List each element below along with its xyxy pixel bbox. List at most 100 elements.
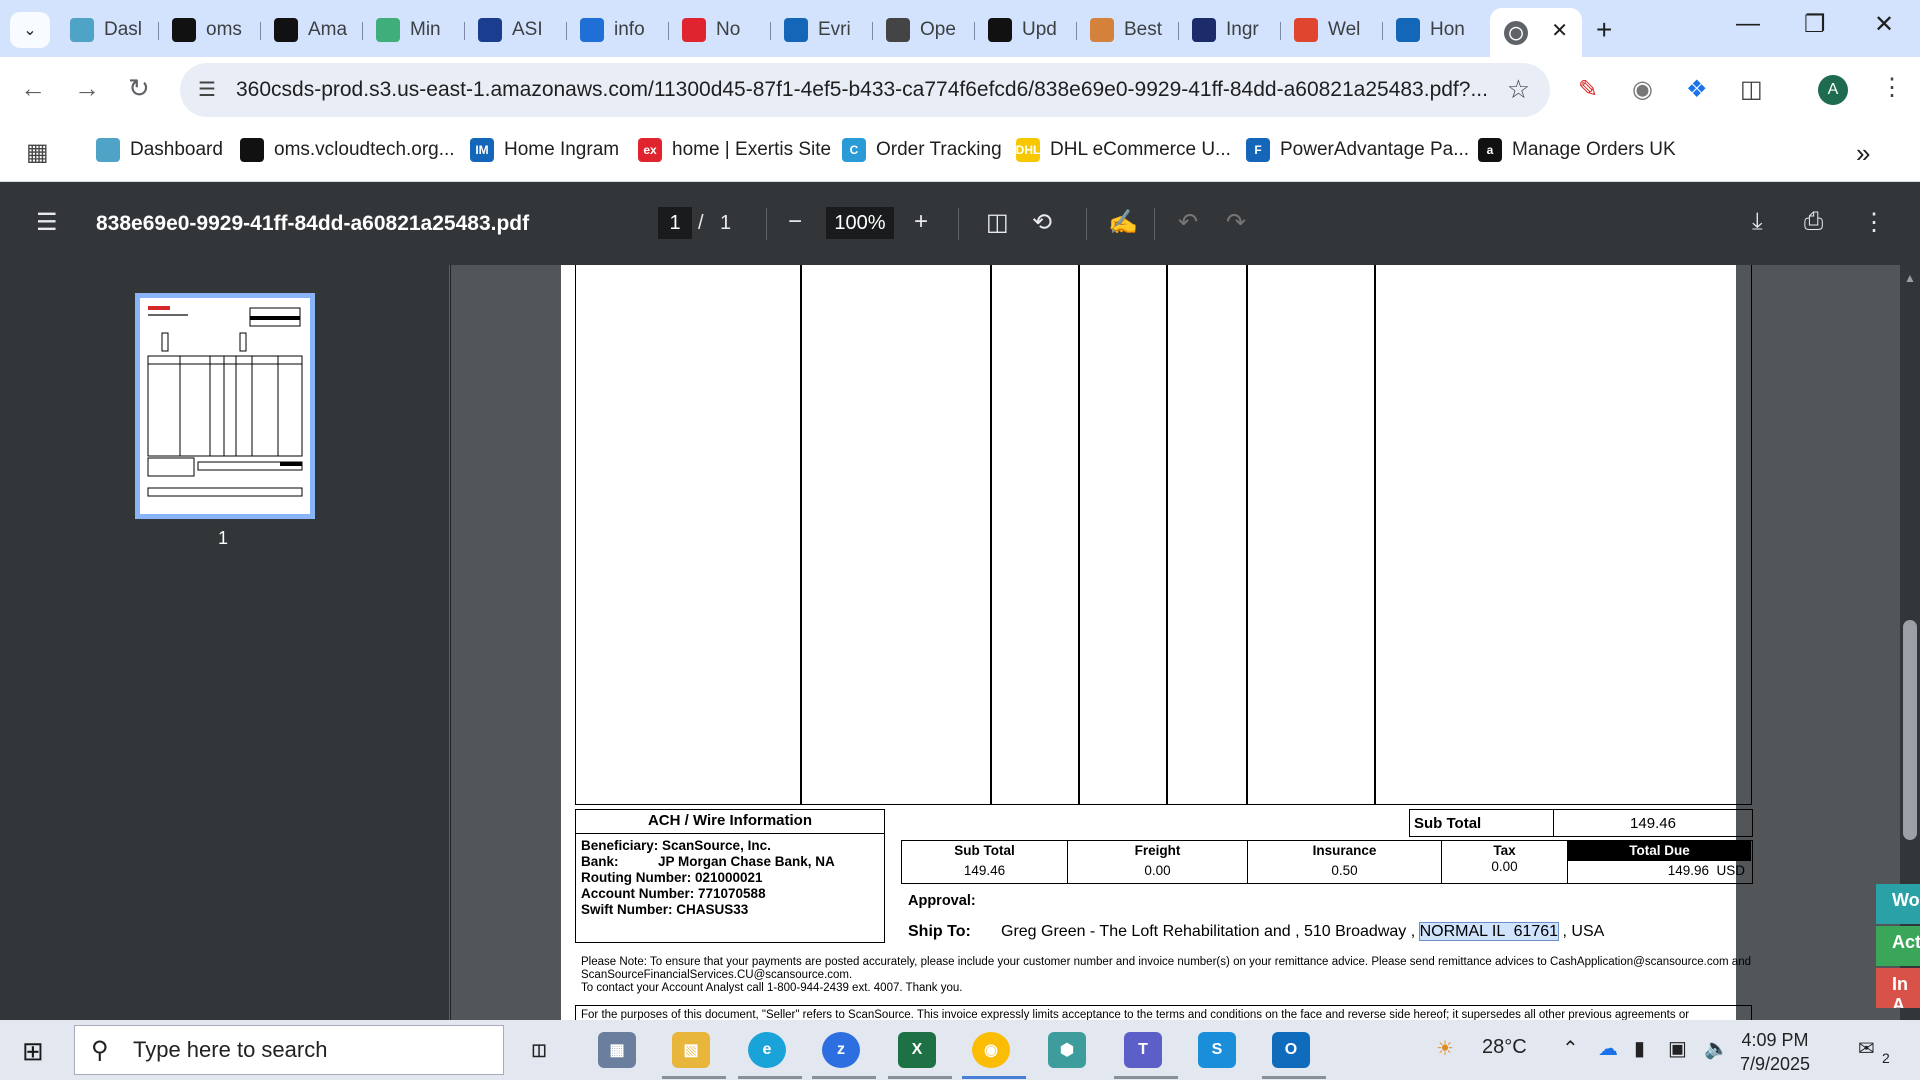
ship-to-address: Greg Green - The Loft Rehabilitation and…: [1001, 922, 1605, 941]
exertis-icon: [682, 18, 706, 42]
zoom-input[interactable]: 100%: [826, 207, 894, 239]
bookmark-item[interactable]: oms.vcloudtech.org...: [240, 138, 455, 162]
close-icon[interactable]: ✕: [1551, 18, 1568, 43]
redo-icon[interactable]: ↷: [1226, 208, 1246, 237]
chrome-icon[interactable]: ◉: [972, 1032, 1010, 1068]
tab-9[interactable]: Upd: [974, 10, 1076, 50]
tab-5[interactable]: info: [566, 10, 668, 50]
minimize-button[interactable]: —: [1736, 10, 1760, 38]
side-popup[interactable]: Wo: [1876, 884, 1920, 924]
volume-icon[interactable]: 🔈: [1704, 1036, 1729, 1061]
print-icon[interactable]: ⎙: [1804, 208, 1823, 236]
address-bar[interactable]: ☰ 360csds-prod.s3.us-east-1.amazonaws.co…: [180, 63, 1550, 117]
bookmark-star-icon[interactable]: ☆: [1507, 74, 1530, 105]
scrollbar-thumb[interactable]: [1903, 620, 1917, 840]
tab-13[interactable]: Hon: [1382, 10, 1484, 50]
tab-label: Evri: [818, 19, 851, 40]
fit-page-icon[interactable]: ◫: [986, 208, 1009, 237]
more-bookmarks-icon[interactable]: »: [1856, 138, 1870, 169]
undo-icon[interactable]: ↶: [1178, 208, 1198, 237]
page-thumbnail[interactable]: [135, 293, 315, 519]
window-close-button[interactable]: ✕: [1874, 10, 1894, 39]
hamburger-menu-icon[interactable]: ☰: [36, 208, 58, 237]
bookmark-item[interactable]: Dashboard: [96, 138, 223, 162]
tab-label: Dasl: [104, 19, 143, 40]
network-icon[interactable]: ▣: [1668, 1036, 1687, 1061]
acrobat-extension-icon[interactable]: ✎: [1578, 75, 1598, 104]
ship-to-text: Greg Green - The Loft Rehabilitation and…: [1001, 923, 1416, 940]
annotate-pen-icon[interactable]: ✍: [1108, 208, 1138, 237]
edge-icon[interactable]: e: [748, 1032, 786, 1068]
excel-icon[interactable]: X: [898, 1032, 936, 1068]
forward-button[interactable]: →: [74, 73, 100, 104]
bookmark-item[interactable]: DHL DHL eCommerce U...: [1016, 138, 1231, 162]
site-settings-icon[interactable]: ☰: [198, 77, 216, 102]
extension-icon[interactable]: ❖: [1686, 75, 1708, 104]
tab-10[interactable]: Best: [1076, 10, 1178, 50]
clock[interactable]: 4:09 PM 7/9/2025: [1740, 1028, 1810, 1076]
ach-account: Account Number: 771070588: [581, 886, 766, 901]
new-tab-button[interactable]: +: [1596, 14, 1612, 46]
outlook-icon[interactable]: O: [1272, 1032, 1310, 1068]
teams-icon[interactable]: T: [1124, 1032, 1162, 1068]
notifications-icon[interactable]: ✉: [1858, 1036, 1875, 1061]
tab-active-pdf[interactable]: ◯ ✕: [1490, 8, 1582, 57]
totals-header: Tax: [1493, 843, 1516, 858]
tab-3[interactable]: Min: [362, 10, 464, 50]
reload-button[interactable]: ↻: [128, 73, 150, 104]
weather-temp[interactable]: 28°C: [1482, 1036, 1527, 1059]
page-number-input[interactable]: 1: [658, 207, 692, 239]
side-popup[interactable]: In A: [1876, 968, 1920, 1008]
apps-grid-icon[interactable]: ▦: [26, 138, 49, 167]
tab-0[interactable]: Dasl: [56, 10, 158, 50]
globe-extension-icon[interactable]: ◉: [1632, 75, 1653, 104]
menu-kebab-icon[interactable]: ⋮: [1880, 73, 1904, 102]
calculator-icon[interactable]: ▦: [598, 1032, 636, 1068]
zoom-icon[interactable]: z: [822, 1032, 860, 1068]
avatar[interactable]: A: [1818, 75, 1848, 105]
tab-12[interactable]: Wel: [1280, 10, 1382, 50]
ship-to-highlight[interactable]: NORMAL IL 61761: [1418, 922, 1560, 941]
puzzle-icon[interactable]: ◫: [1740, 75, 1763, 104]
more-options-icon[interactable]: ⋮: [1862, 208, 1886, 237]
url-text[interactable]: 360csds-prod.s3.us-east-1.amazonaws.com/…: [236, 78, 1488, 102]
weather-icon[interactable]: ☀: [1436, 1036, 1454, 1061]
back-button[interactable]: ←: [20, 73, 46, 104]
file-explorer-icon[interactable]: ▧: [672, 1032, 710, 1068]
ship-to-suffix: , USA: [1562, 923, 1605, 940]
taskbar-search[interactable]: ⚲ Type here to search: [74, 1025, 504, 1075]
bookmark-item[interactable]: ex home | Exertis Site: [638, 138, 831, 162]
bookmark-item[interactable]: F PowerAdvantage Pa...: [1246, 138, 1469, 162]
restore-button[interactable]: ❐: [1804, 10, 1826, 39]
zoom-out-icon[interactable]: −: [788, 208, 802, 236]
tab-2[interactable]: Ama: [260, 10, 362, 50]
onedrive-icon[interactable]: ☁: [1598, 1036, 1618, 1061]
totals-value: 149.46: [963, 863, 1006, 878]
tab-8[interactable]: Ope: [872, 10, 974, 50]
tab-1[interactable]: oms: [158, 10, 260, 50]
tab-11[interactable]: Ingr: [1178, 10, 1280, 50]
bookmark-item[interactable]: IM Home Ingram: [470, 138, 619, 162]
payment-note-text: Please Note: To ensure that your payment…: [581, 956, 1751, 981]
download-icon[interactable]: ⤓: [1752, 208, 1763, 236]
scroll-up-icon[interactable]: ▲: [1904, 271, 1916, 285]
tab-search-button[interactable]: ⌄: [10, 12, 50, 48]
zoom-in-icon[interactable]: +: [914, 208, 928, 236]
windows-start-icon[interactable]: ⊞: [22, 1036, 44, 1067]
app-hex-icon[interactable]: ⬢: [1048, 1032, 1086, 1068]
chevron-up-icon[interactable]: ⌃: [1562, 1036, 1579, 1061]
side-popup[interactable]: Act: [1876, 926, 1920, 966]
bookmark-favicon-icon: IM: [470, 138, 494, 162]
subtotal-value: 149.46: [1630, 814, 1676, 832]
tab-4[interactable]: ASI: [464, 10, 566, 50]
battery-icon[interactable]: ▮: [1634, 1036, 1645, 1061]
tab-7[interactable]: Evri: [770, 10, 872, 50]
task-view-icon[interactable]: ◫: [520, 1032, 558, 1068]
bookmark-item[interactable]: a Manage Orders UK: [1478, 138, 1676, 162]
thumbnail-sidebar: 1: [0, 265, 450, 1020]
bookmark-item[interactable]: C Order Tracking: [842, 138, 1002, 162]
tab-6[interactable]: No: [668, 10, 770, 50]
totals-col: Freight 0.00: [1068, 841, 1248, 883]
rotate-icon[interactable]: ⟲: [1032, 208, 1052, 237]
sharefile-icon[interactable]: S: [1198, 1032, 1236, 1068]
